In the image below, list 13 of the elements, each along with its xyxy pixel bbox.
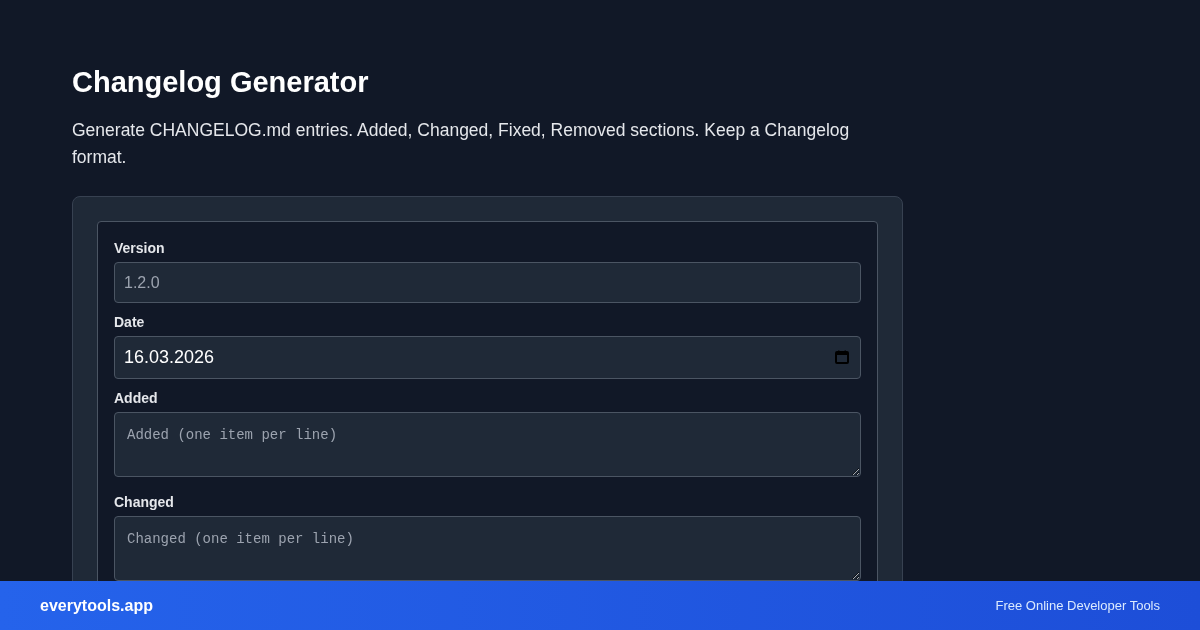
- field-label: Added: [114, 389, 158, 408]
- field-label: Date: [114, 313, 145, 332]
- version-input[interactable]: 1.2.0: [114, 262, 861, 303]
- page-title: Changelog Generator: [72, 65, 369, 99]
- footer-tagline: Free Online Developer Tools: [995, 598, 1160, 613]
- text-area[interactable]: Added (one item per line): [114, 412, 861, 477]
- date-input[interactable]: 16.03.2026: [114, 336, 861, 379]
- field-label: Version: [114, 239, 165, 258]
- field-label: Changed: [114, 493, 174, 512]
- text-area[interactable]: Changed (one item per line): [114, 516, 861, 581]
- calendar-icon[interactable]: [835, 350, 849, 364]
- brand-link[interactable]: everytools.app: [40, 596, 153, 615]
- page-description: Generate CHANGELOG.md entries. Added, Changed, Fixed, Removed sections. Keep a Changelog format.: [72, 119, 851, 169]
